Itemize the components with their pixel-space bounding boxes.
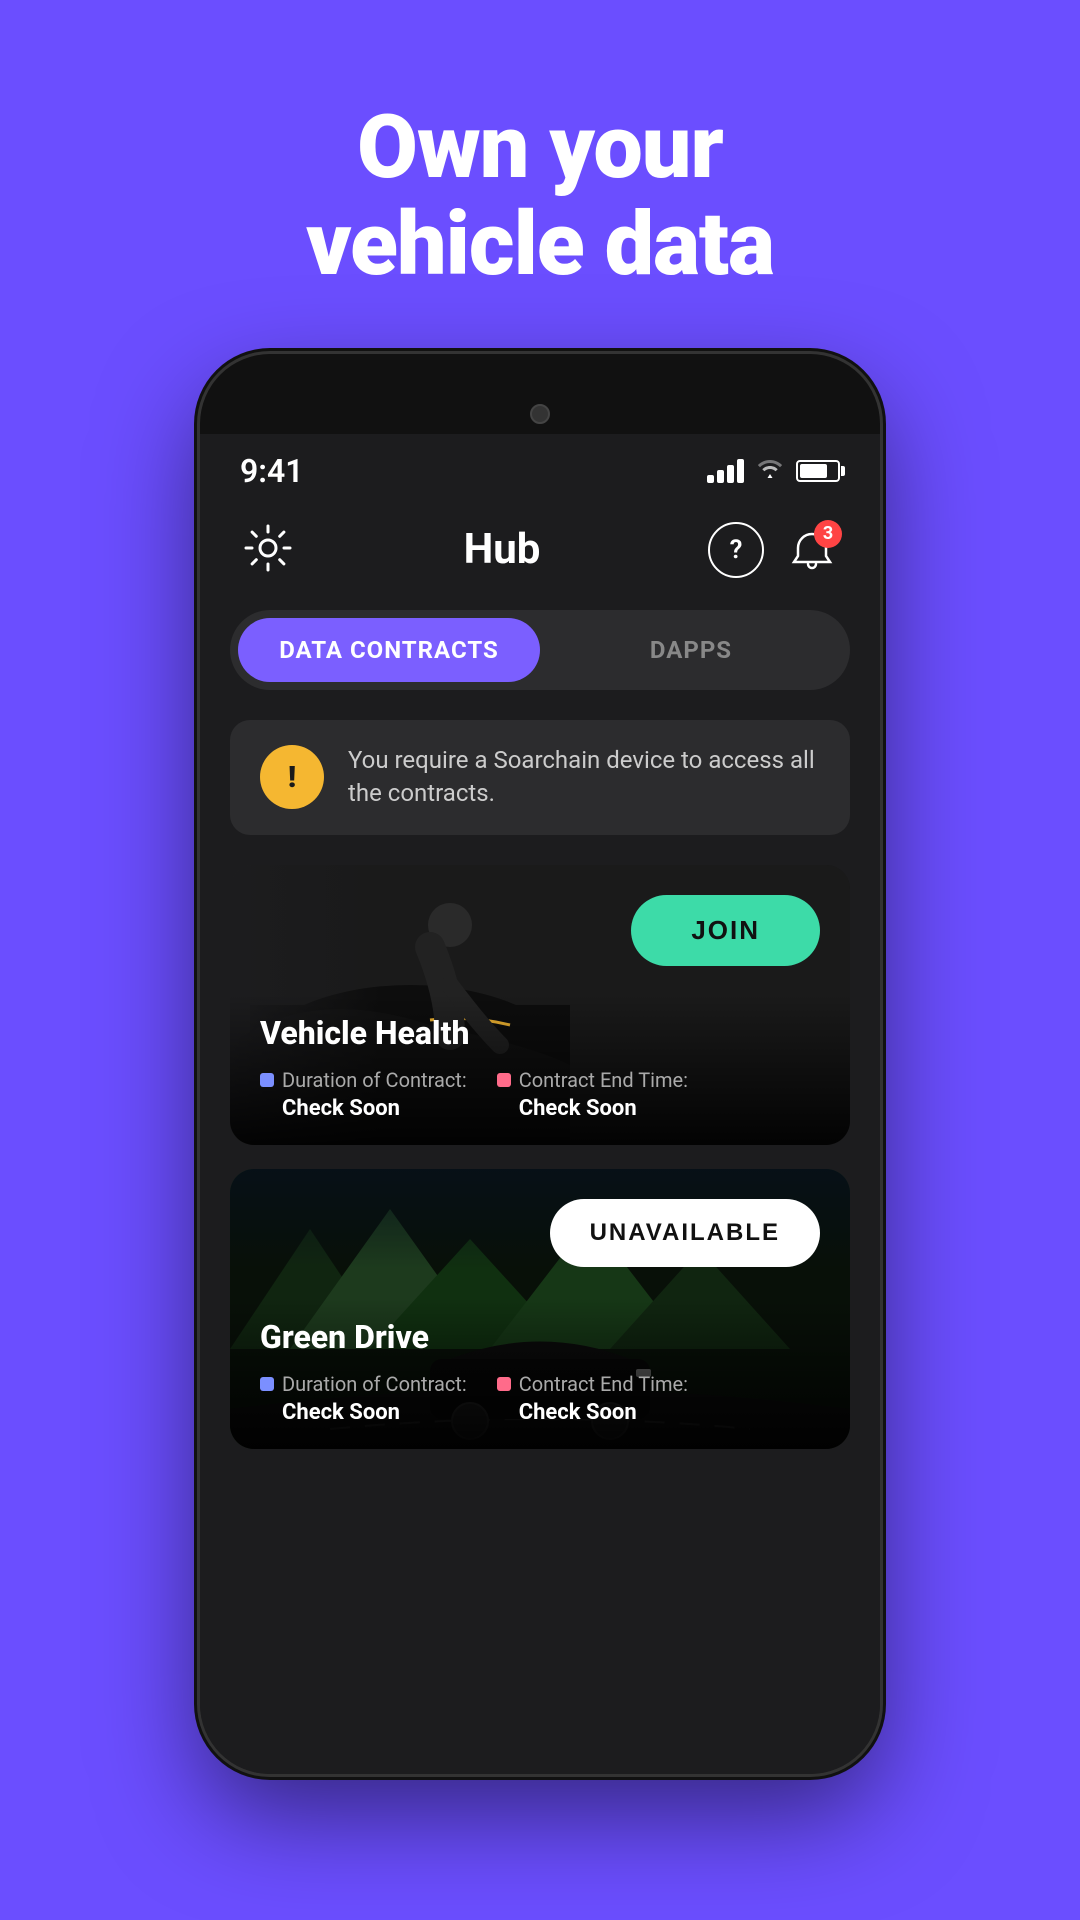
front-camera [530, 404, 550, 424]
green-drive-end-value: Check Soon [497, 1400, 688, 1425]
vehicle-health-title: Vehicle Health [260, 1014, 820, 1052]
wifi-icon [756, 456, 784, 486]
vehicle-health-end-value: Check Soon [497, 1096, 688, 1121]
tab-bar: DATA CONTRACTS DAPPS [230, 610, 850, 690]
header-actions: ? 3 [708, 522, 840, 578]
green-drive-unavailable-button[interactable]: UNAVAILABLE [550, 1199, 820, 1267]
green-drive-duration: Duration of Contract: Check Soon [260, 1372, 467, 1425]
app-screen: 9:41 [200, 434, 880, 1774]
vehicle-health-join-button[interactable]: JOIN [631, 895, 820, 966]
app-title: Hub [464, 525, 541, 574]
duration-dot [260, 1073, 274, 1087]
green-drive-end-time-dot [497, 1377, 511, 1391]
green-drive-duration-value: Check Soon [260, 1400, 467, 1425]
end-time-dot [497, 1073, 511, 1087]
signal-icon [707, 459, 744, 483]
settings-button[interactable] [240, 520, 296, 580]
help-button[interactable]: ? [708, 522, 764, 578]
green-drive-end-time: Contract End Time: Check Soon [497, 1372, 688, 1425]
tab-data-contracts[interactable]: DATA CONTRACTS [238, 618, 540, 682]
status-time: 9:41 [240, 452, 304, 490]
green-drive-meta: Duration of Contract: Check Soon Contrac… [260, 1372, 820, 1425]
vehicle-health-card-info: Vehicle Health Duration of Contract: Che… [230, 994, 850, 1145]
warning-icon: ! [260, 745, 324, 809]
hero-line2: vehicle data [306, 193, 774, 296]
status-bar: 9:41 [200, 434, 880, 500]
battery-icon [796, 460, 840, 482]
vehicle-health-meta: Duration of Contract: Check Soon Contrac… [260, 1068, 820, 1121]
warning-text: You require a Soarchain device to access… [348, 744, 820, 811]
notch-area [200, 354, 880, 434]
green-drive-card-info: Green Drive Duration of Contract: Check … [230, 1298, 850, 1449]
vehicle-health-end-time: Contract End Time: Check Soon [497, 1068, 688, 1121]
vehicle-health-duration: Duration of Contract: Check Soon [260, 1068, 467, 1121]
status-icons [707, 456, 840, 486]
warning-banner: ! You require a Soarchain device to acce… [230, 720, 850, 835]
green-drive-duration-dot [260, 1377, 274, 1391]
vehicle-health-duration-value: Check Soon [260, 1096, 467, 1121]
green-drive-title: Green Drive [260, 1318, 820, 1356]
app-header: Hub ? 3 [200, 500, 880, 610]
tab-dapps[interactable]: DAPPS [540, 618, 842, 682]
notification-badge: 3 [814, 520, 842, 548]
hero-section: Own your vehicle data [306, 100, 774, 294]
green-drive-card: UNAVAILABLE Green Drive Duration of Cont… [230, 1169, 850, 1449]
vehicle-health-card: JOIN Vehicle Health Duration of Contract… [230, 865, 850, 1145]
notification-button[interactable]: 3 [784, 522, 840, 578]
hero-title: Own your vehicle data [306, 100, 774, 294]
phone-shell: 9:41 [200, 354, 880, 1774]
hero-line1: Own your [357, 96, 723, 199]
